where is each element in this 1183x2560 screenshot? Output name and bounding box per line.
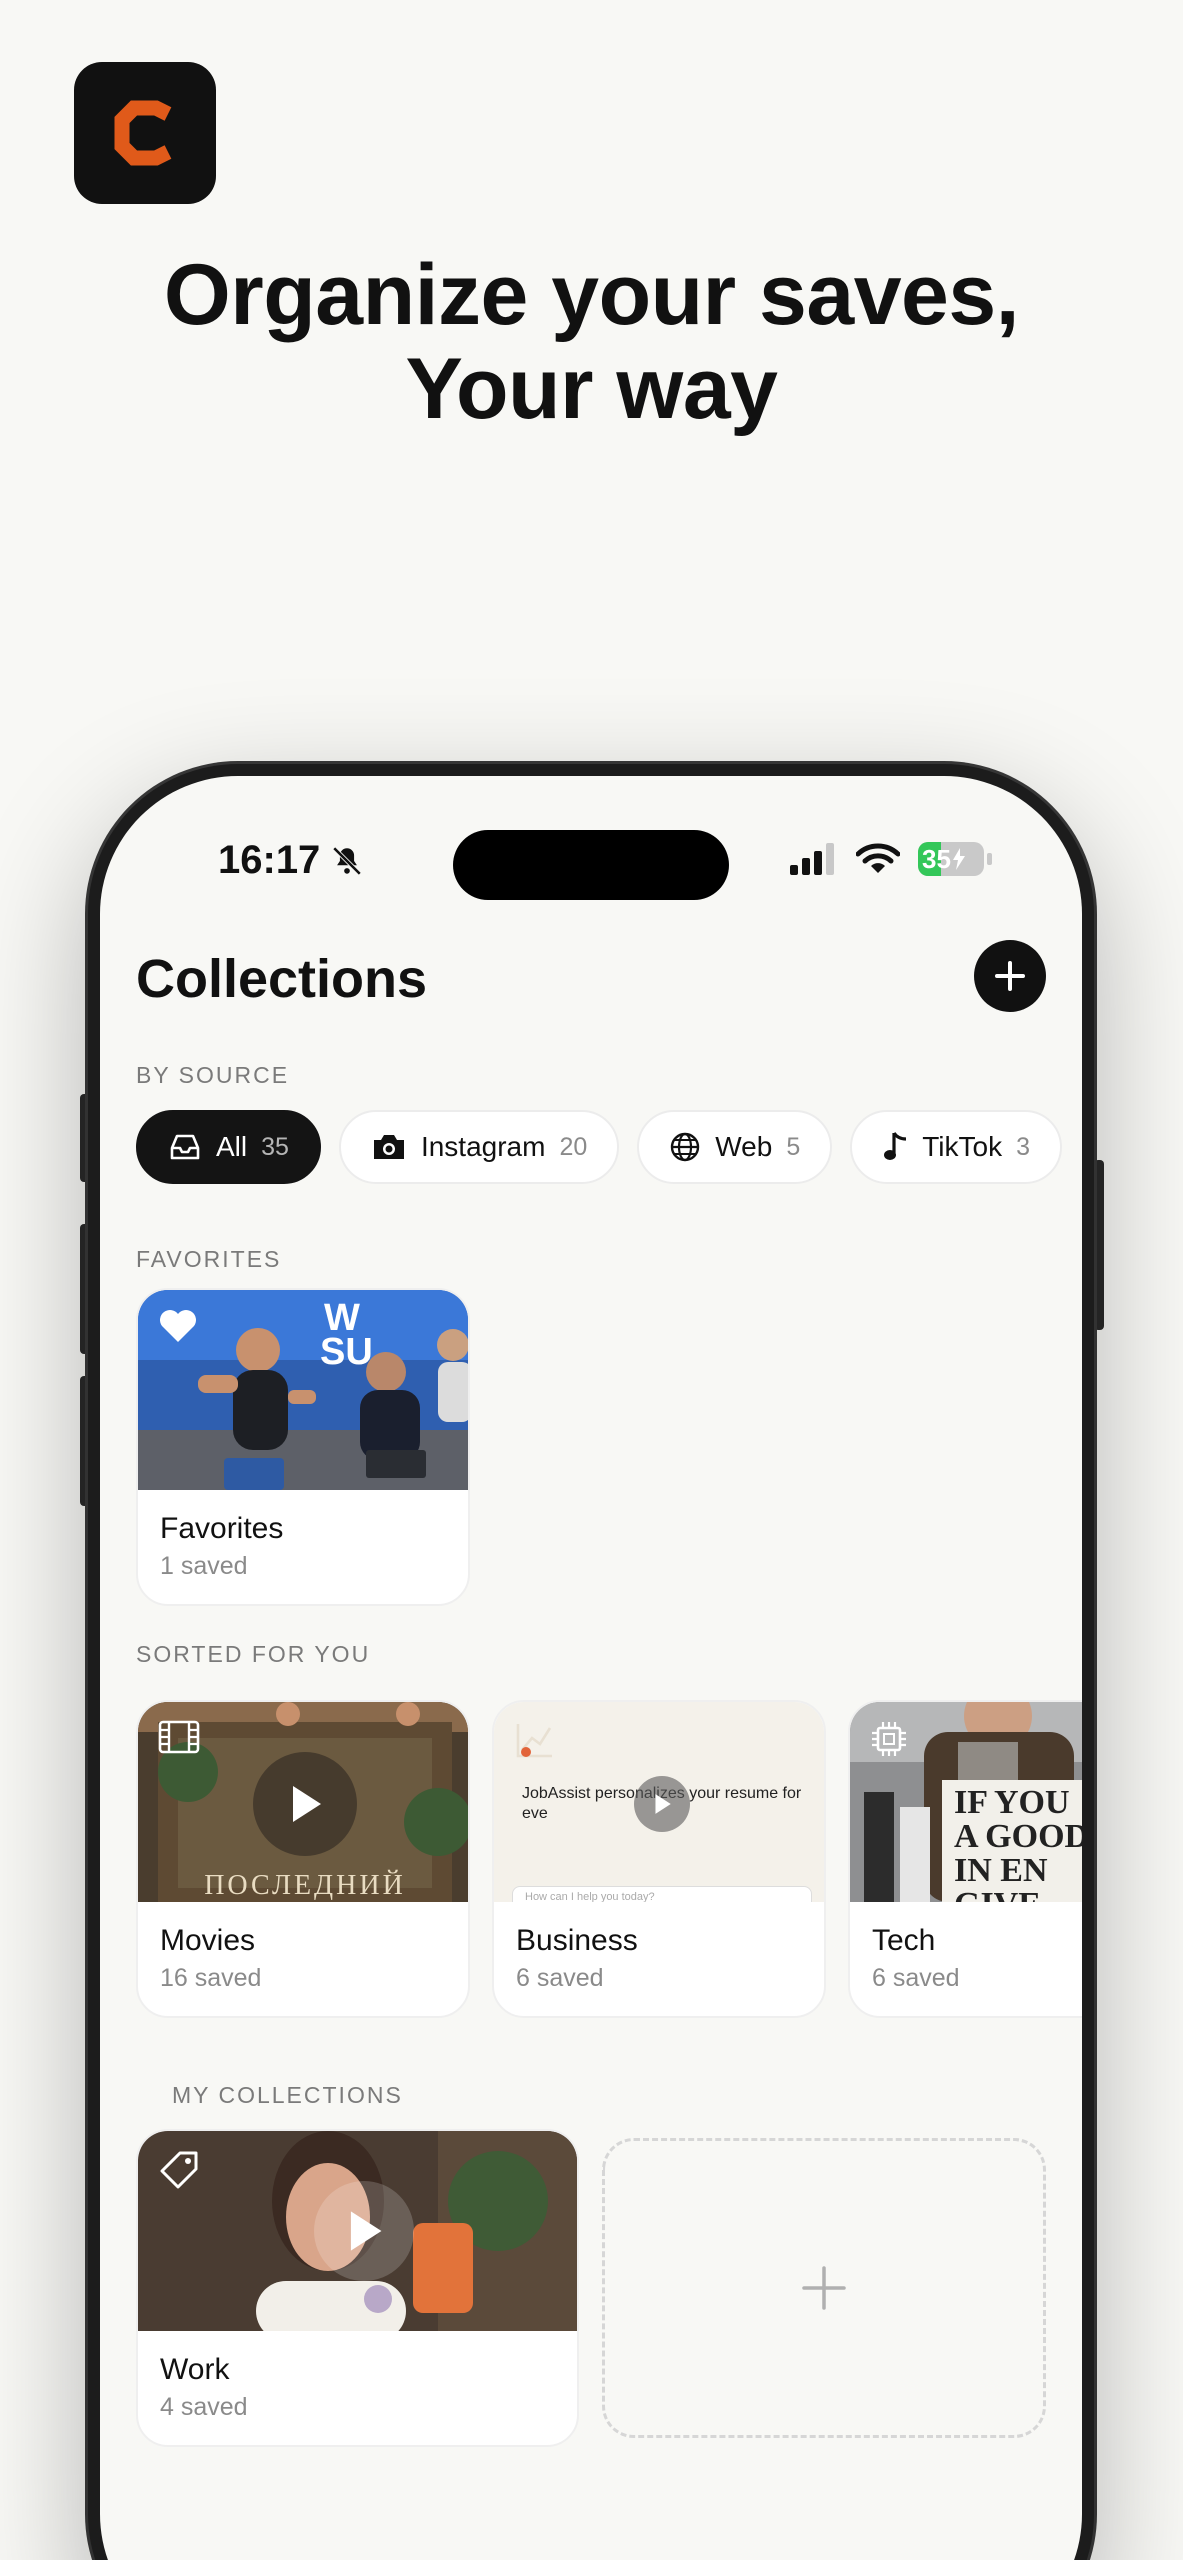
section-label-sorted: SORTED FOR YOU <box>136 1641 371 1667</box>
section-label-my-collections: MY COLLECTIONS <box>172 2082 403 2108</box>
card-subtitle: 1 saved <box>160 1552 248 1580</box>
card-title: Business <box>516 1924 638 1957</box>
music-note-icon <box>884 1132 907 1160</box>
section-label-by-source: BY SOURCE <box>136 1062 290 1088</box>
chip-web[interactable]: Web 5 <box>637 1110 833 1184</box>
status-icons: 35 <box>790 842 992 876</box>
card-subtitle: 6 saved <box>516 1964 604 1992</box>
battery-indicator: 35 <box>918 842 992 876</box>
phone-power-button <box>1094 1160 1104 1330</box>
collection-card-movies[interactable]: ПОСЛЕДНИЙ Movies 16 saved <box>136 1700 470 2018</box>
chip-label: Web <box>715 1131 773 1162</box>
card-subtitle: 16 saved <box>160 1964 262 1992</box>
collection-card-work[interactable]: Work 4 saved <box>136 2129 579 2447</box>
page-title: Collections <box>136 949 428 1009</box>
chip-tiktok[interactable]: TikTok 3 <box>850 1110 1062 1184</box>
chip-all[interactable]: All 35 <box>136 1110 321 1184</box>
battery-cap <box>987 853 992 865</box>
film-icon <box>158 1720 200 1754</box>
chip-count: 35 <box>261 1132 289 1161</box>
collection-card-favorites[interactable]: W SU Favorites 1 saved <box>136 1288 470 1606</box>
play-button[interactable] <box>634 1776 690 1832</box>
plus-icon <box>995 961 1025 991</box>
card-subtitle: 6 saved <box>872 1964 960 1992</box>
favorites-thumbnail: W SU <box>138 1290 468 1490</box>
headline-line-2: Your way <box>405 341 778 437</box>
card-title: Movies <box>160 1924 256 1957</box>
play-button[interactable] <box>253 1752 357 1856</box>
headline-line-1: Organize your saves, <box>163 247 1020 343</box>
dynamic-island <box>453 830 729 900</box>
heart-icon <box>160 1310 196 1342</box>
tech-thumbnail: IF YOU A GOOD IN EN GIVE ME A <box>850 1702 1082 1902</box>
bell-slash-icon <box>333 846 362 875</box>
play-icon <box>655 1794 671 1814</box>
movies-thumb-text: ПОСЛЕДНИЙ <box>204 1870 406 1901</box>
camera-icon <box>373 1135 404 1159</box>
work-thumbnail <box>138 2131 577 2331</box>
chip-count: 5 <box>786 1132 801 1161</box>
play-icon <box>293 1786 321 1822</box>
play-icon <box>350 2211 382 2251</box>
source-chips: All 35 Instagram 20 Web 5 TikTok 3 <box>136 1110 1062 1184</box>
collection-card-tech[interactable]: IF YOU A GOOD IN EN GIVE ME A Tech 6 sav… <box>848 1700 1082 2018</box>
status-time: 16:17 <box>218 838 364 883</box>
app-logo <box>74 62 216 204</box>
bolt-icon <box>952 848 965 870</box>
phone-frame: 16:17 35 Collections BY SOURCE All 35 In… <box>88 764 1094 2560</box>
tech-thumb-text: IF YOU A GOOD IN EN GIVE ME A <box>954 1784 1082 1903</box>
chip-count: 3 <box>1016 1132 1030 1161</box>
plus-icon <box>802 2266 846 2310</box>
cellular-icon <box>790 843 834 875</box>
wifi-icon <box>856 843 900 873</box>
chip-instagram[interactable]: Instagram 20 <box>338 1110 620 1184</box>
movies-thumbnail: ПОСЛЕДНИЙ <box>138 1702 468 1902</box>
battery-level: 35 <box>922 843 951 874</box>
add-collection-button[interactable] <box>974 940 1046 1012</box>
status-time-text: 16:17 <box>218 838 321 882</box>
card-title: Favorites <box>160 1512 284 1545</box>
card-title: Tech <box>872 1924 936 1957</box>
battery-icon: 35 <box>918 842 984 876</box>
chart-icon <box>516 1724 552 1758</box>
card-subtitle: 4 saved <box>160 2393 248 2421</box>
chip-label: All <box>216 1131 248 1162</box>
phone-screen: 16:17 35 Collections BY SOURCE All 35 In… <box>100 776 1082 2560</box>
business-thumbnail: JobAssist personalizes your resume for e… <box>494 1702 824 1902</box>
svg-text:SU: SU <box>320 1331 373 1373</box>
business-thumb-input: How can I help you today? <box>512 1886 812 1902</box>
business-thumb-input-text: How can I help you today? <box>525 1891 655 1902</box>
chip-icon <box>872 1722 906 1756</box>
globe-icon <box>671 1132 700 1162</box>
new-collection-card[interactable] <box>602 2138 1046 2438</box>
hero-headline: Organize your saves, Your way <box>0 248 1183 436</box>
section-label-favorites: FAVORITES <box>136 1246 282 1272</box>
card-title: Work <box>160 2353 230 2386</box>
chip-label: TikTok <box>922 1131 1003 1162</box>
logo-c-icon <box>114 100 172 166</box>
play-button[interactable] <box>314 2181 414 2281</box>
tray-icon <box>170 1134 200 1160</box>
chip-label: Instagram <box>420 1131 546 1162</box>
collection-card-business[interactable]: JobAssist personalizes your resume for e… <box>492 1700 826 2018</box>
tag-icon <box>160 2151 198 2189</box>
chip-count: 20 <box>559 1132 588 1161</box>
